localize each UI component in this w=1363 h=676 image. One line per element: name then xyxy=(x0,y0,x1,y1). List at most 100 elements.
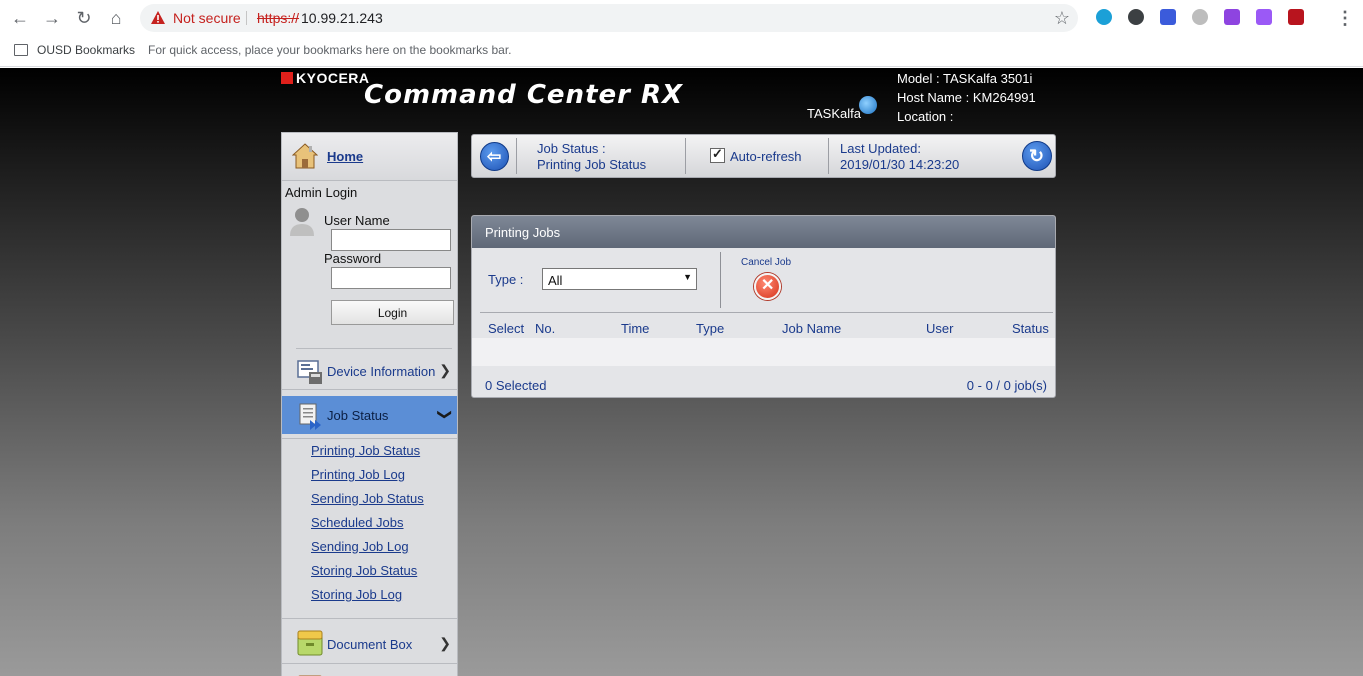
url-scheme: https:// xyxy=(257,10,300,26)
column-type[interactable]: Type xyxy=(696,321,724,336)
location-label: Location : xyxy=(897,109,954,124)
kyocera-brand-text: KYOCERA xyxy=(296,70,370,86)
extension-lp-icon[interactable] xyxy=(1192,9,1208,25)
jobs-table-header: Select No. Time Type Job Name User Statu… xyxy=(472,314,1055,338)
link-printing-job-log[interactable]: Printing Job Log xyxy=(311,467,405,482)
login-button[interactable]: Login xyxy=(331,300,454,325)
folder-icon xyxy=(14,44,28,56)
cancel-job-label: Cancel Job xyxy=(741,257,792,268)
status-separator xyxy=(828,138,829,174)
extension-c-icon[interactable] xyxy=(1160,9,1176,25)
browser-toolbar: ← → ↻ ⌂ Not secure https:// 10.99.21.243… xyxy=(0,0,1363,36)
bookmarks-bar: OUSD Bookmarks For quick access, place y… xyxy=(0,36,1363,67)
extension-shield-icon[interactable] xyxy=(1096,9,1112,25)
password-input[interactable] xyxy=(331,267,451,289)
bookmarks-hint: For quick access, place your bookmarks h… xyxy=(148,43,512,57)
column-no[interactable]: No. xyxy=(535,321,555,336)
last-updated-value: 2019/01/30 14:23:20 xyxy=(840,157,960,172)
username-label: User Name xyxy=(324,213,390,228)
bookmark-star-icon[interactable]: ☆ xyxy=(1054,8,1070,28)
column-job-name[interactable]: Job Name xyxy=(782,321,841,336)
sidebar-item-device-information[interactable]: Device Information ❯ xyxy=(282,352,457,390)
host-value: KM264991 xyxy=(972,90,1036,105)
printing-jobs-panel: Printing Jobs Type : All ▼ Cancel Job ✕ … xyxy=(471,215,1056,398)
model-value: TASKalfa 3501i xyxy=(943,71,1033,86)
device-information-label: Device Information xyxy=(327,364,436,379)
column-select[interactable]: Select xyxy=(488,321,524,336)
host-line: Host Name : KM264991 xyxy=(897,88,1036,107)
bookmark-folder-ousd[interactable]: OUSD Bookmarks xyxy=(37,43,135,57)
taskalfa-logo-text: TASKalfa xyxy=(807,106,861,121)
job-count: 0 - 0 / 0 job(s) xyxy=(966,378,1047,393)
job-status-label: Job Status xyxy=(327,408,389,423)
kyocera-mark-icon xyxy=(281,72,293,84)
chevron-right-icon: ❯ xyxy=(439,635,451,651)
sidebar-home: Home xyxy=(282,133,457,181)
reload-icon[interactable]: ↻ xyxy=(72,6,96,30)
browser-menu-icon[interactable]: ⋮ xyxy=(1336,6,1354,30)
admin-login-title: Admin Login xyxy=(285,185,358,200)
link-sending-job-log[interactable]: Sending Job Log xyxy=(311,539,409,554)
link-storing-job-log[interactable]: Storing Job Log xyxy=(311,587,402,602)
status-separator xyxy=(516,138,517,174)
link-sending-job-status[interactable]: Sending Job Status xyxy=(311,491,424,506)
address-bar[interactable]: Not secure https:// 10.99.21.243 ☆ xyxy=(140,4,1078,32)
extension-twitch-icon[interactable] xyxy=(1256,9,1272,25)
login-divider xyxy=(296,348,452,349)
dropdown-arrow-icon: ▼ xyxy=(683,272,692,282)
device-info-header: Model : TASKalfa 3501i Host Name : KM264… xyxy=(897,69,1036,126)
forward-arrow-icon[interactable]: → xyxy=(40,6,64,30)
link-printing-job-status[interactable]: Printing Job Status xyxy=(311,443,420,458)
sidebar: Home Admin Login User Name Password Logi… xyxy=(281,132,458,676)
sidebar-item-job-status[interactable]: Job Status ❯ xyxy=(282,396,457,434)
job-status-bar: ⇦ Job Status : Printing Job Status ✓ Aut… xyxy=(471,134,1056,178)
column-user[interactable]: User xyxy=(926,321,953,336)
status-title: Job Status : xyxy=(537,141,606,156)
extension-ublock-icon[interactable] xyxy=(1288,9,1304,25)
home-link[interactable]: Home xyxy=(327,149,363,164)
panel-header: Printing Jobs xyxy=(472,216,1055,248)
type-select-value: All xyxy=(548,273,563,288)
auto-refresh-checkbox[interactable]: ✓ xyxy=(710,146,725,163)
link-storing-job-status[interactable]: Storing Job Status xyxy=(311,563,417,578)
link-scheduled-jobs[interactable]: Scheduled Jobs xyxy=(311,515,404,530)
omnibox-separator xyxy=(246,11,247,25)
command-center-title: Command Center RX xyxy=(364,80,684,110)
device-info-icon xyxy=(297,360,322,384)
extension-privacy-icon[interactable] xyxy=(1128,9,1144,25)
job-status-icon xyxy=(299,403,321,430)
controls-separator xyxy=(720,252,721,308)
username-input[interactable] xyxy=(331,229,451,251)
type-select[interactable]: All ▼ xyxy=(542,268,697,290)
kyocera-logo: KYOCERA xyxy=(281,70,370,86)
location-line: Location : xyxy=(897,107,1036,126)
user-avatar-icon xyxy=(290,208,314,236)
auto-refresh-label[interactable]: Auto-refresh xyxy=(730,149,802,164)
last-updated-label: Last Updated: xyxy=(840,141,921,156)
chevron-right-icon: ❯ xyxy=(439,362,451,378)
page-content: KYOCERA Command Center RX TASKalfa Model… xyxy=(0,68,1363,676)
selected-count: 0 Selected xyxy=(485,378,547,393)
refresh-button-icon[interactable]: ↻ xyxy=(1022,141,1052,171)
taskalfa-logo: TASKalfa xyxy=(807,96,877,121)
column-time[interactable]: Time xyxy=(621,321,649,336)
status-separator xyxy=(685,138,686,174)
house-icon xyxy=(292,143,318,169)
cancel-job-button-icon[interactable]: ✕ xyxy=(754,273,781,300)
sidebar-item-next[interactable] xyxy=(282,666,457,676)
warning-triangle-icon xyxy=(151,11,165,24)
extension-puzzle-icon[interactable] xyxy=(1224,9,1240,25)
model-line: Model : TASKalfa 3501i xyxy=(897,69,1036,88)
chevron-down-icon: ❯ xyxy=(437,408,454,421)
panel-title: Printing Jobs xyxy=(485,225,561,240)
home-browser-icon[interactable]: ⌂ xyxy=(104,6,128,30)
back-arrow-icon[interactable]: ← xyxy=(8,6,32,30)
folder-stack-icon xyxy=(298,675,322,676)
back-button-icon[interactable]: ⇦ xyxy=(480,142,509,171)
sidebar-item-document-box[interactable]: Document Box ❯ xyxy=(282,618,457,664)
column-status[interactable]: Status xyxy=(1012,321,1049,336)
password-label: Password xyxy=(324,251,382,266)
not-secure-label[interactable]: Not secure xyxy=(173,10,241,26)
url-host: 10.99.21.243 xyxy=(301,10,383,26)
job-status-separator xyxy=(282,438,457,439)
